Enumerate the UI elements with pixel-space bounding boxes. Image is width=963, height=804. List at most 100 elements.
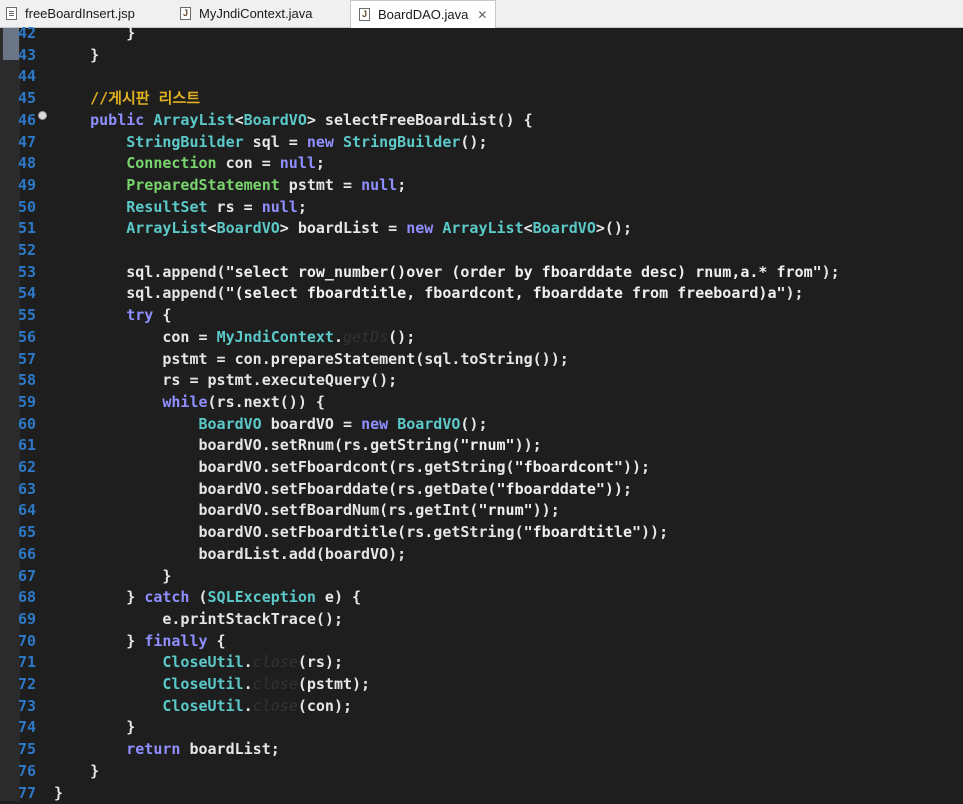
close-tab-icon[interactable]: ✕ [477,8,487,22]
line-number: 65 [18,522,44,544]
line-number: 64 [18,500,44,522]
code-line[interactable]: 57 pstmt = con.prepareStatement(sql.toSt… [0,349,963,371]
code-line[interactable]: 49 PreparedStatement pstmt = null; [0,175,963,197]
code-text[interactable]: } finally { [54,631,226,653]
code-text[interactable]: //게시판 리스트 [54,88,200,110]
code-line[interactable]: 56 con = MyJndiContext.getDs(); [0,327,963,349]
code-text[interactable]: ArrayList<BoardVO> boardList = new Array… [54,218,632,240]
code-line[interactable]: 60 BoardVO boardVO = new BoardVO(); [0,414,963,436]
code-text[interactable]: sql.append("(select fboardtitle, fboardc… [54,283,804,305]
code-line[interactable]: 74 } [0,717,963,739]
code-line[interactable]: 71 CloseUtil.close(rs); [0,652,963,674]
code-line[interactable]: 72 CloseUtil.close(pstmt); [0,674,963,696]
line-number: 62 [18,457,44,479]
line-number: 48 [18,153,44,175]
code-line[interactable]: 43 } [0,45,963,67]
code-text[interactable]: } [54,761,99,783]
code-line[interactable]: 70 } finally { [0,631,963,653]
code-text[interactable]: ResultSet rs = null; [54,197,307,219]
code-line[interactable]: 64 boardVO.setfBoardNum(rs.getInt("rnum"… [0,500,963,522]
code-text[interactable]: } [54,23,135,45]
code-text[interactable]: } [54,45,99,67]
code-line[interactable]: 63 boardVO.setFboarddate(rs.getDate("fbo… [0,479,963,501]
code-text[interactable]: con = MyJndiContext.getDs(); [54,327,415,349]
code-line[interactable]: 65 boardVO.setFboardtitle(rs.getString("… [0,522,963,544]
code-text[interactable]: sql.append("select row_number()over (ord… [54,262,840,284]
line-number: 49 [18,175,44,197]
line-number: 44 [18,66,44,88]
code-line[interactable]: 67 } [0,566,963,588]
line-number: 76 [18,761,44,783]
code-editor[interactable]: 42 }43 }4445 //게시판 리스트46 public ArrayLis… [0,28,963,801]
code-text[interactable]: pstmt = con.prepareStatement(sql.toStrin… [54,349,569,371]
code-line[interactable]: 42 } [0,23,963,45]
code-line[interactable]: 47 StringBuilder sql = new StringBuilder… [0,132,963,154]
code-line[interactable]: 44 [0,66,963,88]
code-text[interactable]: boardVO.setRnum(rs.getString("rnum")); [54,435,542,457]
line-number: 75 [18,739,44,761]
code-line[interactable]: 76 } [0,761,963,783]
line-number: 74 [18,717,44,739]
code-text[interactable]: } catch (SQLException e) { [54,587,361,609]
code-line[interactable]: 66 boardList.add(boardVO); [0,544,963,566]
line-number: 71 [18,652,44,674]
tab-label: BoardDAO.java [378,7,468,22]
code-text[interactable]: CloseUtil.close(con); [54,696,352,718]
code-line[interactable]: 46 public ArrayList<BoardVO> selectFreeB… [0,110,963,132]
line-number: 54 [18,283,44,305]
code-line[interactable]: 75 return boardList; [0,739,963,761]
line-number: 66 [18,544,44,566]
code-text[interactable]: CloseUtil.close(pstmt); [54,674,370,696]
line-number: 70 [18,631,44,653]
code-line[interactable]: 54 sql.append("(select fboardtitle, fboa… [0,283,963,305]
code-text[interactable]: while(rs.next()) { [54,392,325,414]
line-number: 42 [18,23,44,45]
code-text[interactable]: boardVO.setFboardcont(rs.getString("fboa… [54,457,650,479]
line-number: 51 [18,218,44,240]
code-text[interactable]: } [54,566,171,588]
code-line[interactable]: 48 Connection con = null; [0,153,963,175]
code-line[interactable]: 62 boardVO.setFboardcont(rs.getString("f… [0,457,963,479]
code-text[interactable]: BoardVO boardVO = new BoardVO(); [54,414,488,436]
code-line[interactable]: 68 } catch (SQLException e) { [0,587,963,609]
line-number: 57 [18,349,44,371]
code-line[interactable]: 73 CloseUtil.close(con); [0,696,963,718]
code-line[interactable]: 59 while(rs.next()) { [0,392,963,414]
tab-label: MyJndiContext.java [199,6,312,21]
code-line[interactable]: 51 ArrayList<BoardVO> boardList = new Ar… [0,218,963,240]
code-text[interactable]: boardList.add(boardVO); [54,544,406,566]
code-text[interactable]: CloseUtil.close(rs); [54,652,343,674]
java-file-icon: J [359,8,370,21]
code-text[interactable]: Connection con = null; [54,153,325,175]
line-number: 63 [18,479,44,501]
line-number: 53 [18,262,44,284]
code-text[interactable]: public ArrayList<BoardVO> selectFreeBoar… [54,110,533,132]
line-number: 67 [18,566,44,588]
code-text[interactable]: boardVO.setFboarddate(rs.getDate("fboard… [54,479,632,501]
code-text[interactable]: } [54,717,135,739]
code-line[interactable]: 52 [0,240,963,262]
code-text[interactable]: e.printStackTrace(); [54,609,343,631]
code-text[interactable]: return boardList; [54,739,280,761]
line-number: 72 [18,674,44,696]
code-line[interactable]: 58 rs = pstmt.executeQuery(); [0,370,963,392]
code-line[interactable]: 69 e.printStackTrace(); [0,609,963,631]
code-line[interactable]: 50 ResultSet rs = null; [0,197,963,219]
code-text[interactable]: StringBuilder sql = new StringBuilder(); [54,132,488,154]
jsp-file-icon [6,7,17,20]
line-number: 50 [18,197,44,219]
code-text[interactable]: rs = pstmt.executeQuery(); [54,370,397,392]
line-number: 47 [18,132,44,154]
code-line[interactable]: 55 try { [0,305,963,327]
code-line[interactable]: 61 boardVO.setRnum(rs.getString("rnum"))… [0,435,963,457]
code-text[interactable]: try { [54,305,171,327]
code-text[interactable]: PreparedStatement pstmt = null; [54,175,406,197]
line-number: 56 [18,327,44,349]
code-line[interactable]: 45 //게시판 리스트 [0,88,963,110]
line-number: 45 [18,88,44,110]
line-number: 60 [18,414,44,436]
code-line[interactable]: 53 sql.append("select row_number()over (… [0,262,963,284]
code-text[interactable]: boardVO.setfBoardNum(rs.getInt("rnum")); [54,500,560,522]
line-number: 55 [18,305,44,327]
code-text[interactable]: boardVO.setFboardtitle(rs.getString("fbo… [54,522,668,544]
